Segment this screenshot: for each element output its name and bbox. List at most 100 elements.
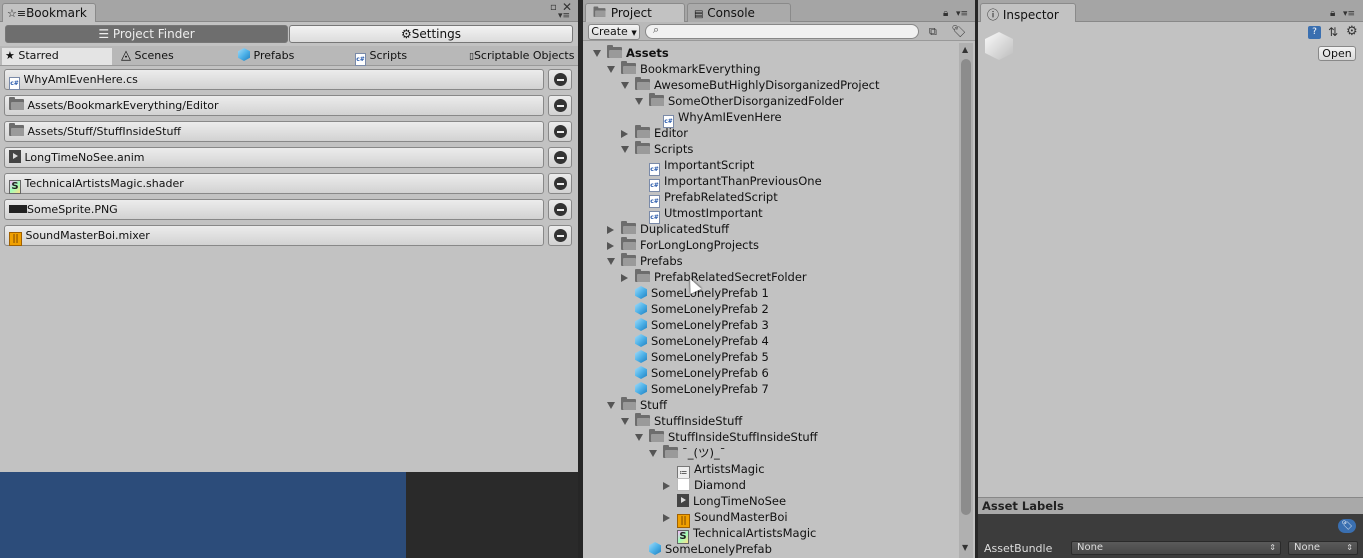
bookmark-item[interactable]: SomeSprite.PNG bbox=[4, 199, 544, 220]
collapsed-arrow-icon[interactable] bbox=[621, 125, 635, 141]
filter-by-label-icon[interactable]: 🏷︎ bbox=[951, 24, 966, 38]
tree-item[interactable]: LongTimeNoSee bbox=[663, 493, 786, 509]
tab-inspector[interactable]: ⓘ Inspector bbox=[980, 3, 1076, 22]
mode-project-finder[interactable]: ☰ Project Finder bbox=[5, 25, 288, 43]
bookmark-item[interactable]: S TechnicalArtistsMagic.shader bbox=[4, 173, 544, 194]
collapsed-arrow-icon[interactable] bbox=[663, 509, 677, 525]
tab-bookmark[interactable]: ☆≡Bookmark bbox=[2, 3, 96, 22]
tree-item[interactable]: StuffInsideStuffInsideStuff bbox=[635, 429, 818, 445]
panel-menu-icon[interactable]: ▾≡ bbox=[1343, 9, 1355, 19]
assetbundle-variant-dropdown[interactable]: None ⇕ bbox=[1288, 541, 1358, 555]
settings-gear-icon[interactable]: ⚙ bbox=[1346, 24, 1358, 39]
panel-divider[interactable] bbox=[975, 0, 978, 558]
remove-bookmark-button[interactable] bbox=[548, 173, 572, 194]
search-field[interactable]: ⌕ bbox=[645, 23, 919, 39]
expanded-arrow-icon[interactable] bbox=[607, 61, 621, 77]
category-scriptable-objects[interactable]: ▯Scriptable Objects bbox=[466, 48, 578, 65]
expanded-arrow-icon[interactable] bbox=[621, 77, 635, 93]
panel-menu-icon[interactable]: ▾≡ bbox=[558, 11, 570, 21]
tree-item[interactable]: || SoundMasterBoi bbox=[663, 509, 788, 528]
tree-item[interactable]: SomeLonelyPrefab 7 bbox=[621, 381, 769, 397]
remove-bookmark-button[interactable] bbox=[548, 147, 572, 168]
maximize-icon[interactable]: ▫ bbox=[550, 2, 557, 13]
expanded-arrow-icon[interactable] bbox=[621, 413, 635, 429]
tree-item[interactable]: StuffInsideStuff bbox=[621, 413, 742, 429]
bookmark-item[interactable]: c# WhyAmIEvenHere.cs bbox=[4, 69, 544, 90]
bookmark-item[interactable]: Assets/Stuff/StuffInsideStuff bbox=[4, 121, 544, 142]
collapsed-arrow-icon[interactable] bbox=[663, 477, 677, 493]
help-icon[interactable]: ? bbox=[1308, 26, 1321, 39]
bookmark-item[interactable]: LongTimeNoSee.anim bbox=[4, 147, 544, 168]
expanded-arrow-icon[interactable] bbox=[649, 445, 663, 461]
tree-item-label: PrefabRelatedScript bbox=[664, 190, 778, 204]
tree-item[interactable]: S TechnicalArtistsMagic bbox=[663, 525, 816, 544]
tree-item[interactable]: BookmarkEverything bbox=[607, 61, 761, 77]
remove-bookmark-button[interactable] bbox=[548, 95, 572, 116]
tree-item[interactable]: Editor bbox=[621, 125, 688, 141]
panel-divider[interactable] bbox=[578, 0, 583, 558]
tree-item[interactable]: c# UtmostImportant bbox=[635, 205, 763, 224]
category-starred[interactable]: ★ Starred bbox=[2, 48, 112, 65]
mode-settings[interactable]: ⚙Settings bbox=[289, 25, 573, 43]
assetbundle-dropdown[interactable]: None ⇕ bbox=[1071, 541, 1281, 555]
tree-item[interactable]: Stuff bbox=[607, 397, 667, 413]
category-scenes[interactable]: ◬ Scenes bbox=[118, 48, 228, 65]
expanded-arrow-icon[interactable] bbox=[635, 93, 649, 109]
bookmark-item[interactable]: || SoundMasterBoi.mixer bbox=[4, 225, 544, 246]
bookmark-item[interactable]: Assets/BookmarkEverything/Editor bbox=[4, 95, 544, 116]
remove-bookmark-button[interactable] bbox=[548, 121, 572, 142]
tree-item[interactable]: Diamond bbox=[663, 477, 746, 493]
lock-icon[interactable]: 🔒︎ bbox=[1330, 8, 1335, 19]
tree-item[interactable]: SomeLonelyPrefab 3 bbox=[621, 317, 769, 333]
panel-menu-icon[interactable]: ▾≡ bbox=[956, 9, 968, 19]
category-prefabs[interactable]: Prefabs bbox=[235, 48, 345, 65]
scroll-up-icon[interactable]: ▲ bbox=[962, 45, 968, 54]
tree-item[interactable]: ¯_(ツ)_¯ bbox=[649, 445, 725, 461]
expanded-arrow-icon[interactable] bbox=[607, 397, 621, 413]
tree-item[interactable]: ForLongLongProjects bbox=[607, 237, 759, 253]
open-button[interactable]: Open bbox=[1318, 46, 1356, 61]
search-input[interactable] bbox=[666, 25, 906, 38]
tree-item[interactable]: c# PrefabRelatedScript bbox=[635, 189, 778, 208]
animation-icon bbox=[9, 150, 21, 163]
tree-item[interactable]: SomeLonelyPrefab 6 bbox=[621, 365, 769, 381]
tree-item[interactable]: SomeLonelyPrefab 2 bbox=[621, 301, 769, 317]
tab-console[interactable]: ▤ Console bbox=[687, 3, 791, 22]
collapsed-arrow-icon[interactable] bbox=[607, 237, 621, 253]
expanded-arrow-icon[interactable] bbox=[635, 429, 649, 445]
category-scripts[interactable]: c# Scripts bbox=[352, 48, 462, 66]
expanded-arrow-icon[interactable] bbox=[621, 141, 635, 157]
tree-item[interactable]: SomeLonelyPrefab 4 bbox=[621, 333, 769, 349]
remove-bookmark-button[interactable] bbox=[548, 225, 572, 246]
create-dropdown[interactable]: Create ▼ bbox=[588, 24, 640, 40]
tree-item[interactable]: SomeOtherDisorganizedFolder bbox=[635, 93, 844, 109]
lock-icon[interactable]: 🔒︎ bbox=[943, 8, 948, 19]
collapsed-arrow-icon[interactable] bbox=[607, 221, 621, 237]
scrollbar-thumb[interactable] bbox=[961, 59, 971, 515]
remove-bookmark-button[interactable] bbox=[548, 199, 572, 220]
tree-item-label: SomeOtherDisorganizedFolder bbox=[668, 94, 844, 108]
tree-item[interactable]: DuplicatedStuff bbox=[607, 221, 729, 237]
tree-item[interactable]: c# ImportantThanPreviousOne bbox=[635, 173, 822, 192]
preset-icon[interactable]: ⇅ bbox=[1328, 25, 1338, 39]
tree-item[interactable]: ≔ ArtistsMagic bbox=[663, 461, 765, 479]
filter-by-type-icon[interactable]: ⧉ bbox=[929, 25, 937, 39]
collapsed-arrow-icon[interactable] bbox=[621, 269, 635, 285]
expanded-arrow-icon[interactable] bbox=[607, 253, 621, 269]
tree-item[interactable]: c# ImportantScript bbox=[635, 157, 754, 176]
remove-bookmark-button[interactable] bbox=[548, 69, 572, 90]
tree-item[interactable]: SomeLonelyPrefab bbox=[635, 541, 772, 557]
tree-item[interactable]: PrefabRelatedSecretFolder bbox=[621, 269, 807, 285]
tree-item[interactable]: Prefabs bbox=[607, 253, 683, 269]
project-scrollbar[interactable]: ▲ ▼ bbox=[959, 43, 973, 558]
scroll-down-icon[interactable]: ▼ bbox=[962, 543, 968, 552]
tree-item[interactable]: AwesomeButHighlyDisorganizedProject bbox=[621, 77, 880, 93]
tree-item[interactable]: SomeLonelyPrefab 5 bbox=[621, 349, 769, 365]
tree-item[interactable]: Scripts bbox=[621, 141, 693, 157]
label-tag-icon[interactable]: 🏷︎ bbox=[1338, 519, 1356, 533]
expanded-arrow-icon[interactable] bbox=[593, 45, 607, 61]
tree-item[interactable]: c# WhyAmIEvenHere bbox=[649, 109, 782, 128]
tree-item[interactable]: Assets bbox=[593, 45, 669, 61]
tab-project[interactable]: Project bbox=[585, 3, 685, 22]
prefab-icon bbox=[635, 350, 647, 363]
